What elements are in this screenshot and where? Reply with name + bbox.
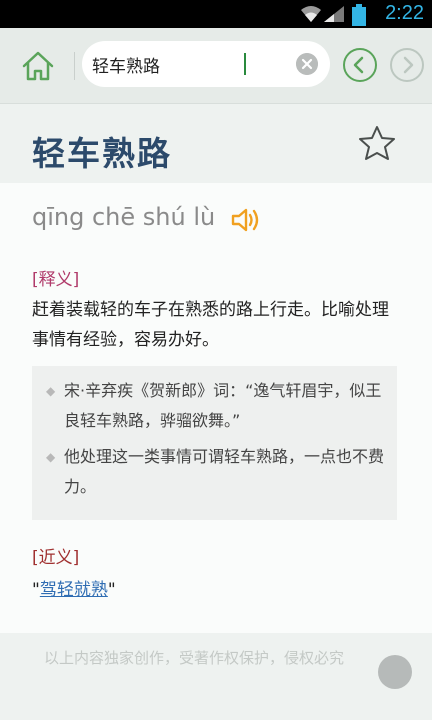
examples-box: ◆ 宋·辛弃疾《贺新郎》词：“逸气轩眉宇，似王良轻车熟路，骅骝欲舞。” ◆ 他处…: [32, 366, 397, 520]
example-item: ◆ 他处理这一类事情可谓轻车熟路，一点也不费力。: [46, 442, 385, 502]
toolbar: [0, 28, 432, 104]
forward-button[interactable]: [390, 48, 424, 82]
entry-header: 轻车熟路: [0, 105, 432, 183]
pinyin: qīng chē shú lù: [32, 203, 216, 231]
example-item: ◆ 宋·辛弃疾《贺新郎》词：“逸气轩眉宇，似王良轻车熟路，骅骝欲舞。”: [46, 376, 385, 436]
status-bar: 2:22: [0, 0, 432, 28]
diamond-bullet-icon: ◆: [46, 450, 56, 464]
close-quote: ": [107, 580, 116, 600]
search-input[interactable]: [92, 49, 292, 79]
home-icon[interactable]: [18, 46, 58, 86]
copyright-note: 以上内容独家创作，受著作权保护，侵权必究: [44, 649, 345, 667]
example-text: 宋·辛弃疾《贺新郎》词：“逸气轩眉宇，似王良轻车熟路，骅骝欲舞。”: [64, 381, 382, 430]
page-title: 轻车熟路: [32, 134, 172, 173]
text-caret: [244, 53, 246, 75]
search-box[interactable]: [82, 41, 330, 87]
synonym-label: [近义]: [32, 548, 80, 568]
diamond-bullet-icon: ◆: [46, 384, 56, 398]
chevron-left-icon: [353, 56, 364, 74]
synonym-line: "驾轻就熟": [32, 575, 116, 600]
definition-text: 赶着装载轻的车子在熟悉的路上行走。比喻处理事情有经验，容易办好。: [32, 300, 389, 350]
entry-content: qīng chē shú lù [释义] 赶着装载轻的车子在熟悉的路上行走。比喻…: [0, 183, 432, 633]
definition-label: [释义]: [32, 270, 80, 290]
status-time: 2:22: [385, 2, 424, 24]
footer: 以上内容独家创作，受著作权保护，侵权必究: [0, 633, 432, 720]
speaker-icon[interactable]: [230, 205, 264, 235]
star-icon[interactable]: [356, 123, 398, 165]
back-button[interactable]: [343, 48, 377, 82]
battery-icon: [352, 4, 366, 26]
example-text: 他处理这一类事情可谓轻车熟路，一点也不费力。: [64, 447, 385, 496]
floating-action-button[interactable]: [378, 655, 412, 689]
open-quote: ": [32, 580, 40, 600]
toolbar-divider: [74, 52, 75, 80]
wifi-icon: [301, 6, 321, 22]
signal-icon: [324, 6, 344, 22]
chevron-right-icon: [403, 56, 414, 74]
clear-search-icon[interactable]: [296, 53, 318, 75]
synonym-link[interactable]: 驾轻就熟: [40, 580, 108, 600]
